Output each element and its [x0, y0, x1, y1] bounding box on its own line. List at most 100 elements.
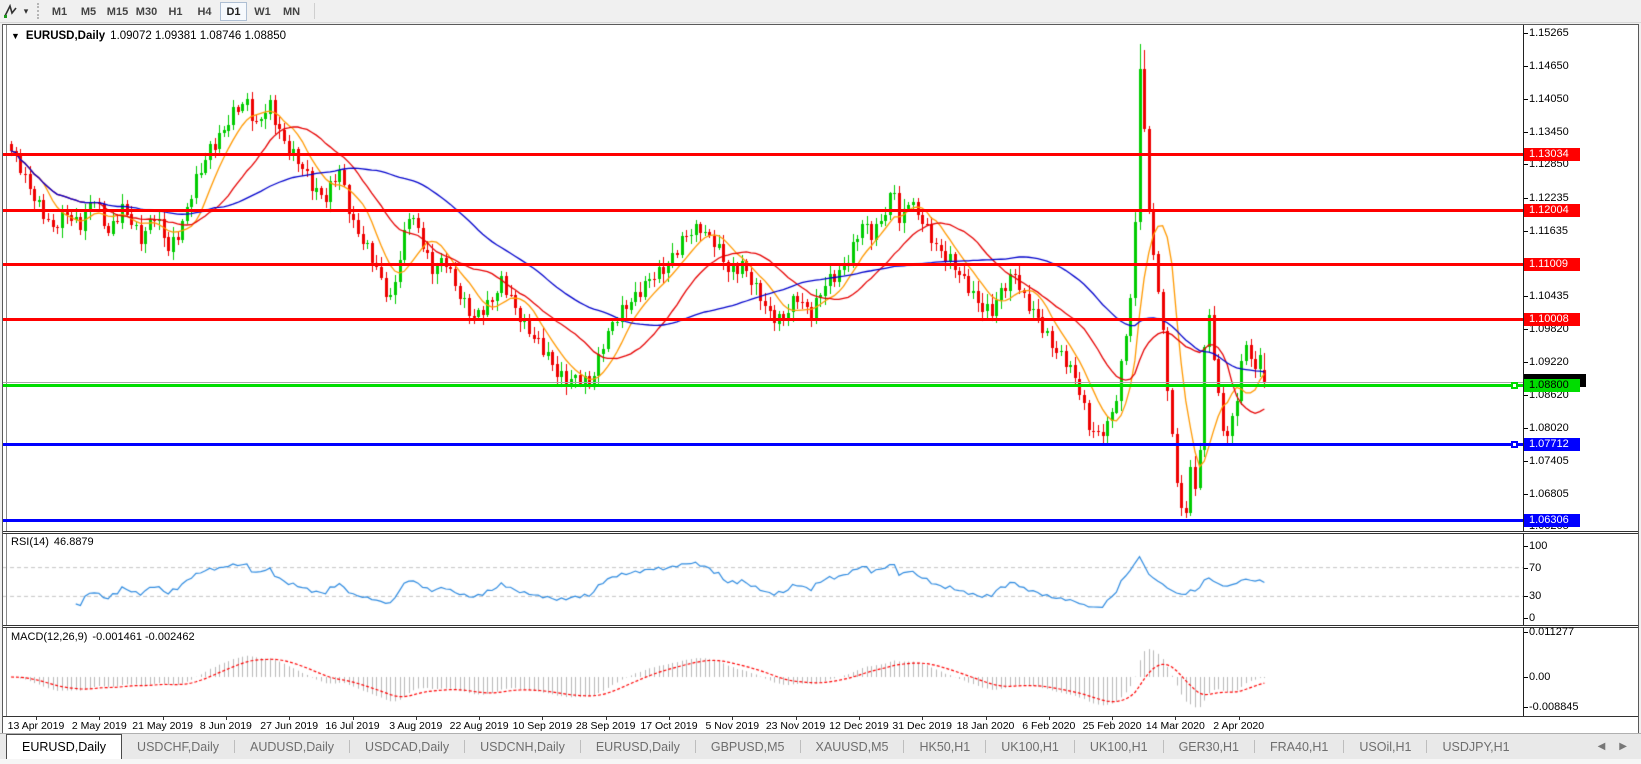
horizontal-level-line[interactable] — [3, 318, 1523, 321]
toolbar-grip — [37, 3, 39, 19]
timeframe-button-w1[interactable]: W1 — [249, 2, 276, 21]
horizontal-level-line[interactable] — [3, 153, 1523, 156]
horizontal-level-line[interactable] — [3, 209, 1523, 212]
tab-xauusd-m5[interactable]: XAUUSD,M5 — [801, 734, 904, 759]
date-label: 12 Dec 2019 — [829, 720, 889, 732]
rsi-name: RSI(14) — [11, 536, 49, 548]
price-tick-label: 1.14650 — [1529, 60, 1569, 73]
rsi-scale-label: 70 — [1529, 562, 1541, 575]
tab-scroll-right-icon[interactable]: ▶ — [1619, 741, 1627, 752]
price-tick-label: 1.14050 — [1529, 93, 1569, 106]
date-label: 27 Jun 2019 — [260, 720, 318, 732]
level-price-label: 1.08800 — [1524, 379, 1580, 392]
price-tick-label: 1.10435 — [1529, 290, 1569, 303]
level-price-label: 1.07712 — [1524, 438, 1580, 451]
chart-window: ▼ EURUSD,Daily 1.09072 1.09381 1.08746 1.0… — [2, 24, 1639, 733]
timeframe-button-h4[interactable]: H4 — [191, 2, 218, 21]
tab-usdcad-daily[interactable]: USDCAD,Daily — [350, 734, 464, 759]
date-label: 2 May 2019 — [72, 720, 127, 732]
level-price-label: 1.13034 — [1524, 148, 1580, 161]
timeframe-button-m1[interactable]: M1 — [46, 2, 73, 21]
date-label: 28 Sep 2019 — [576, 720, 636, 732]
panel-separator[interactable] — [3, 625, 1638, 628]
collapse-arrow-icon[interactable]: ▼ — [11, 31, 20, 41]
rsi-scale-label: 30 — [1529, 590, 1541, 603]
chart-title: ▼ EURUSD,Daily 1.09072 1.09381 1.08746 1.0… — [11, 30, 286, 42]
panel-separator[interactable] — [3, 531, 1638, 534]
price-tick-label: 1.07405 — [1529, 455, 1569, 468]
tab-uk100-h1[interactable]: UK100,H1 — [986, 734, 1074, 759]
price-tick-label: 1.09220 — [1529, 356, 1569, 369]
horizontal-level-line[interactable] — [3, 263, 1523, 266]
chart-canvas[interactable] — [3, 25, 1523, 717]
line-handle[interactable] — [1511, 382, 1518, 389]
timeframe-button-d1[interactable]: D1 — [220, 2, 247, 21]
date-label: 22 Aug 2019 — [450, 720, 509, 732]
timeframe-button-m30[interactable]: M30 — [133, 2, 160, 21]
timeframe-toolbar: ▾ M1M5M15M30H1H4D1W1MN — [0, 0, 1641, 23]
tab-usdcnh-daily[interactable]: USDCNH,Daily — [465, 734, 580, 759]
date-label: 18 Jan 2020 — [957, 720, 1015, 732]
tab-eurusd-daily[interactable]: EURUSD,Daily — [6, 734, 122, 759]
level-price-label: 1.11009 — [1524, 258, 1580, 271]
macd-scale-label: -0.008845 — [1529, 701, 1579, 714]
rsi-scale-label: 0 — [1529, 612, 1535, 625]
level-price-label: 1.12004 — [1524, 204, 1580, 217]
price-tick-label: 1.11635 — [1529, 225, 1568, 238]
rsi-value: 46.8879 — [54, 536, 94, 548]
tab-eurusd-daily[interactable]: EURUSD,Daily — [581, 734, 695, 759]
line-handle[interactable] — [1511, 441, 1518, 448]
tab-hk50-h1[interactable]: HK50,H1 — [904, 734, 985, 759]
tab-ger30-h1[interactable]: GER30,H1 — [1164, 734, 1254, 759]
tab-audusd-daily[interactable]: AUDUSD,Daily — [235, 734, 349, 759]
chart-symbol-label: EURUSD,Daily — [26, 30, 105, 42]
date-label: 8 Jun 2019 — [200, 720, 252, 732]
timeframe-button-m5[interactable]: M5 — [75, 2, 102, 21]
tab-uk100-h1[interactable]: UK100,H1 — [1075, 734, 1163, 759]
price-tick-label: 1.15265 — [1529, 27, 1569, 40]
tab-gbpusd-m5[interactable]: GBPUSD,M5 — [696, 734, 800, 759]
macd-values: -0.001461 -0.002462 — [92, 631, 194, 643]
horizontal-level-line[interactable] — [3, 384, 1523, 387]
date-label: 10 Sep 2019 — [513, 720, 573, 732]
date-label: 23 Nov 2019 — [766, 720, 826, 732]
macd-scale-label: 0.00 — [1529, 671, 1550, 684]
date-label: 21 May 2019 — [132, 720, 193, 732]
status-strip — [0, 759, 1641, 764]
date-label: 2 Apr 2020 — [1213, 720, 1264, 732]
chevron-down-icon[interactable]: ▾ — [19, 6, 33, 17]
price-tick-label: 1.13450 — [1529, 126, 1569, 139]
tab-usdjpy-h1[interactable]: USDJPY,H1 — [1427, 734, 1524, 759]
chart-cursor-icon[interactable] — [1, 2, 19, 20]
tab-usoil-h1[interactable]: USOil,H1 — [1344, 734, 1426, 759]
date-label: 31 Dec 2019 — [892, 720, 952, 732]
rsi-label: RSI(14) 46.8879 — [11, 536, 94, 548]
chart-ohlc-values: 1.09072 1.09381 1.08746 1.08850 — [110, 30, 286, 42]
timeframe-button-mn[interactable]: MN — [278, 2, 305, 21]
timeframe-button-h1[interactable]: H1 — [162, 2, 189, 21]
tab-scroll-left-icon[interactable]: ◀ — [1598, 741, 1606, 752]
tab-usdchf-daily[interactable]: USDCHF,Daily — [122, 734, 234, 759]
horizontal-level-line[interactable] — [3, 443, 1523, 446]
macd-scale-label: 0.011277 — [1529, 626, 1574, 639]
macd-label: MACD(12,26,9) -0.001461 -0.002462 — [11, 631, 195, 643]
date-label: 5 Nov 2019 — [705, 720, 759, 732]
level-price-label: 1.10008 — [1524, 313, 1580, 326]
price-tick-label: 1.12235 — [1529, 192, 1569, 205]
date-label: 3 Aug 2019 — [389, 720, 442, 732]
macd-name: MACD(12,26,9) — [11, 631, 87, 643]
date-label: 6 Feb 2020 — [1022, 720, 1075, 732]
chart-inner-border — [6, 25, 7, 716]
tab-fra40-h1[interactable]: FRA40,H1 — [1255, 734, 1343, 759]
price-tick-label: 1.08020 — [1529, 422, 1569, 435]
date-label: 14 Mar 2020 — [1146, 720, 1205, 732]
date-label: 16 Jul 2019 — [325, 720, 379, 732]
date-label: 25 Feb 2020 — [1083, 720, 1142, 732]
time-axis: 13 Apr 2019 2 May 2019 21 May 2019 8 Jun 20… — [3, 717, 1638, 733]
symbol-tab-bar: EURUSD,DailyUSDCHF,DailyAUDUSD,DailyUSDC… — [0, 733, 1641, 759]
rsi-scale-label: 100 — [1529, 540, 1547, 553]
timeframe-button-m15[interactable]: M15 — [104, 2, 131, 21]
horizontal-level-line[interactable] — [3, 519, 1523, 522]
date-label: 13 Apr 2019 — [8, 720, 65, 732]
toolbar-separator — [314, 3, 315, 19]
